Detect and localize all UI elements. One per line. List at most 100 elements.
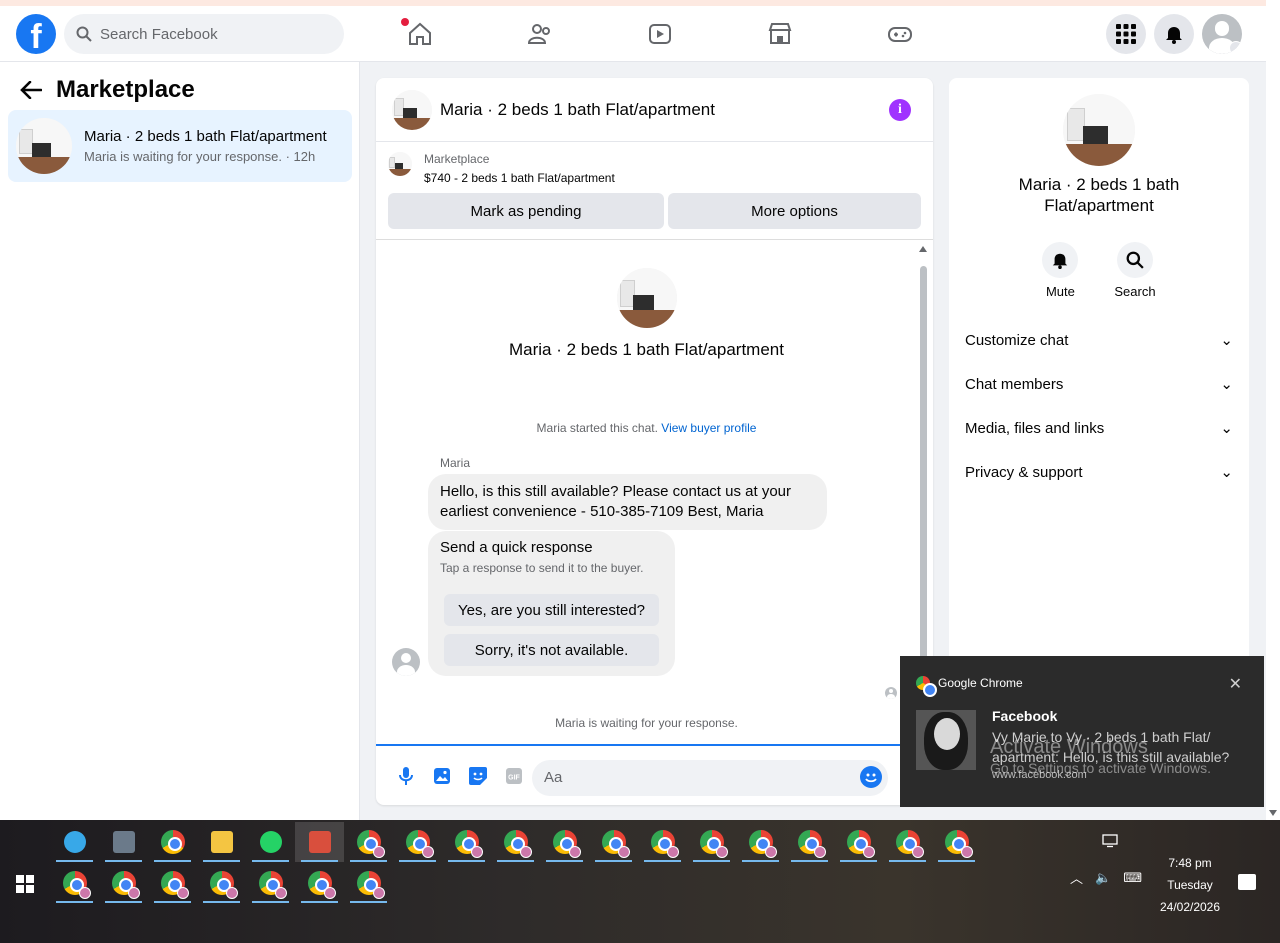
view-buyer-profile-link[interactable]: View buyer profile — [661, 421, 756, 435]
scroll-down-arrow[interactable] — [1269, 810, 1277, 816]
chat-title[interactable]: Maria · 2 beds 1 bath Flat/apartment — [440, 100, 715, 120]
chrome-profile-icon[interactable] — [50, 863, 99, 903]
read-receipt-avatar — [885, 687, 897, 699]
app-icon[interactable] — [50, 822, 99, 862]
marketplace-icon — [768, 23, 792, 44]
chrome-icon — [356, 830, 385, 858]
chrome-icon — [650, 830, 679, 858]
app-icon — [63, 831, 86, 853]
mute-button[interactable]: Mute — [1042, 242, 1079, 299]
emoji-button[interactable] — [860, 766, 882, 788]
quick-response-yes-button[interactable]: Yes, are you still interested? — [444, 594, 659, 626]
notification-avatar — [916, 710, 976, 770]
chevron-down-icon: ⌄ — [1229, 41, 1242, 54]
search-in-chat-button[interactable]: Search — [1114, 242, 1156, 299]
message-input[interactable]: Aa — [532, 760, 888, 796]
nav-watch[interactable] — [600, 6, 720, 62]
windows-start-icon[interactable] — [16, 875, 34, 893]
listing-thumbnail[interactable] — [1063, 94, 1135, 166]
voice-clip-button[interactable] — [388, 758, 424, 794]
listing-thumbnail — [16, 118, 72, 174]
listing-price[interactable]: $740 - 2 beds 1 bath Flat/apartment — [424, 171, 615, 185]
menu-button[interactable] — [1106, 14, 1146, 54]
chat-profile-block: Maria · 2 beds 1 bath Flat/apartment — [376, 268, 917, 360]
chrome-profile-icon[interactable] — [932, 822, 981, 862]
chrome-profile-icon[interactable] — [344, 822, 393, 862]
media-files-links-row[interactable]: Media, files and links ⌄ — [965, 406, 1233, 450]
details-profile: Maria · 2 beds 1 bath Flat/apartment — [949, 94, 1249, 216]
notifications-button[interactable] — [1154, 14, 1194, 54]
divider — [376, 239, 933, 240]
chevron-up-icon[interactable]: ︿ — [1070, 868, 1083, 887]
search-input[interactable]: Search Facebook — [64, 14, 344, 54]
chevron-down-icon: ⌄ — [1220, 376, 1233, 393]
chrome-profile-icon[interactable] — [295, 863, 344, 903]
attach-image-button[interactable] — [424, 758, 460, 794]
chrome-profile-icon[interactable] — [246, 863, 295, 903]
page-scrollbar[interactable] — [1266, 0, 1280, 820]
gif-button[interactable]: GIF — [496, 758, 532, 794]
started-text: Maria started this chat. — [536, 421, 658, 435]
chrome-icon — [552, 830, 581, 858]
chrome-icon — [601, 830, 630, 858]
calculator-icon[interactable] — [99, 822, 148, 862]
chevron-down-icon: ⌄ — [1220, 464, 1233, 481]
chrome-profile-icon[interactable] — [344, 863, 393, 903]
sender-avatar[interactable] — [392, 648, 420, 676]
sidebar-header: Marketplace — [20, 76, 195, 104]
notification-header: Google Chrome — [916, 676, 1023, 697]
close-icon[interactable]: ✕ — [1229, 674, 1242, 694]
chrome-profile-icon[interactable] — [834, 822, 883, 862]
listing-thumbnail[interactable] — [392, 89, 432, 130]
network-icon[interactable] — [1102, 834, 1118, 848]
chrome-profile-icon[interactable] — [785, 822, 834, 862]
info-icon[interactable]: i — [889, 99, 911, 121]
chrome-notification[interactable]: Google Chrome ✕ Facebook Vy Marie to Vy … — [900, 656, 1264, 807]
gaming-icon — [888, 27, 912, 42]
friends-icon — [527, 24, 550, 44]
mark-pending-button[interactable]: Mark as pending — [388, 193, 664, 229]
chrome-profile-icon[interactable] — [148, 863, 197, 903]
action-center-icon[interactable] — [1238, 874, 1256, 890]
nav-home[interactable] — [360, 6, 480, 62]
privacy-support-row[interactable]: Privacy & support ⌄ — [965, 450, 1233, 494]
nav-gaming[interactable] — [840, 6, 960, 62]
system-clock[interactable]: 7:48 pm Tuesday 24/02/2026 — [1150, 852, 1230, 918]
listing-thumbnail — [388, 152, 412, 176]
snipping-tool-icon[interactable] — [295, 822, 344, 862]
chat-members-row[interactable]: Chat members ⌄ — [965, 362, 1233, 406]
sticker-button[interactable] — [460, 758, 496, 794]
chrome-profile-icon[interactable] — [491, 822, 540, 862]
chrome-profile-icon[interactable] — [197, 863, 246, 903]
chrome-profile-icon[interactable] — [442, 822, 491, 862]
chrome-icon — [797, 830, 826, 858]
more-options-button[interactable]: More options — [668, 193, 921, 229]
chrome-profile-icon[interactable] — [99, 863, 148, 903]
conversation-item[interactable]: Maria · 2 beds 1 bath Flat/apartment Mar… — [8, 110, 352, 182]
nav-friends[interactable] — [480, 6, 600, 62]
account-avatar[interactable]: ⌄ — [1202, 14, 1242, 54]
conversation-preview: Maria is waiting for your response. · 12… — [84, 149, 316, 164]
chrome-profile-icon[interactable] — [687, 822, 736, 862]
customize-chat-row[interactable]: Customize chat ⌄ — [965, 318, 1233, 362]
nav-marketplace[interactable] — [720, 6, 840, 62]
quick-response-no-button[interactable]: Sorry, it's not available. — [444, 634, 659, 666]
chrome-icon[interactable] — [148, 822, 197, 862]
whatsapp-icon[interactable] — [246, 822, 295, 862]
chrome-icon — [944, 830, 973, 858]
keyboard-icon[interactable]: ⌨ — [1123, 870, 1142, 886]
chrome-icon — [160, 830, 185, 854]
chrome-profile-icon[interactable] — [540, 822, 589, 862]
smiley-icon — [865, 773, 877, 783]
file-explorer-icon[interactable] — [197, 822, 246, 862]
chrome-profile-icon[interactable] — [736, 822, 785, 862]
chrome-profile-icon[interactable] — [883, 822, 932, 862]
back-arrow-icon[interactable] — [20, 81, 42, 99]
row-label: Privacy & support — [965, 463, 1083, 481]
chrome-profile-icon[interactable] — [589, 822, 638, 862]
chrome-profile-icon[interactable] — [638, 822, 687, 862]
chrome-profile-icon[interactable] — [393, 822, 442, 862]
volume-icon[interactable]: 🔈 — [1095, 870, 1111, 886]
facebook-logo[interactable]: f — [16, 14, 56, 54]
watch-icon — [649, 24, 671, 44]
